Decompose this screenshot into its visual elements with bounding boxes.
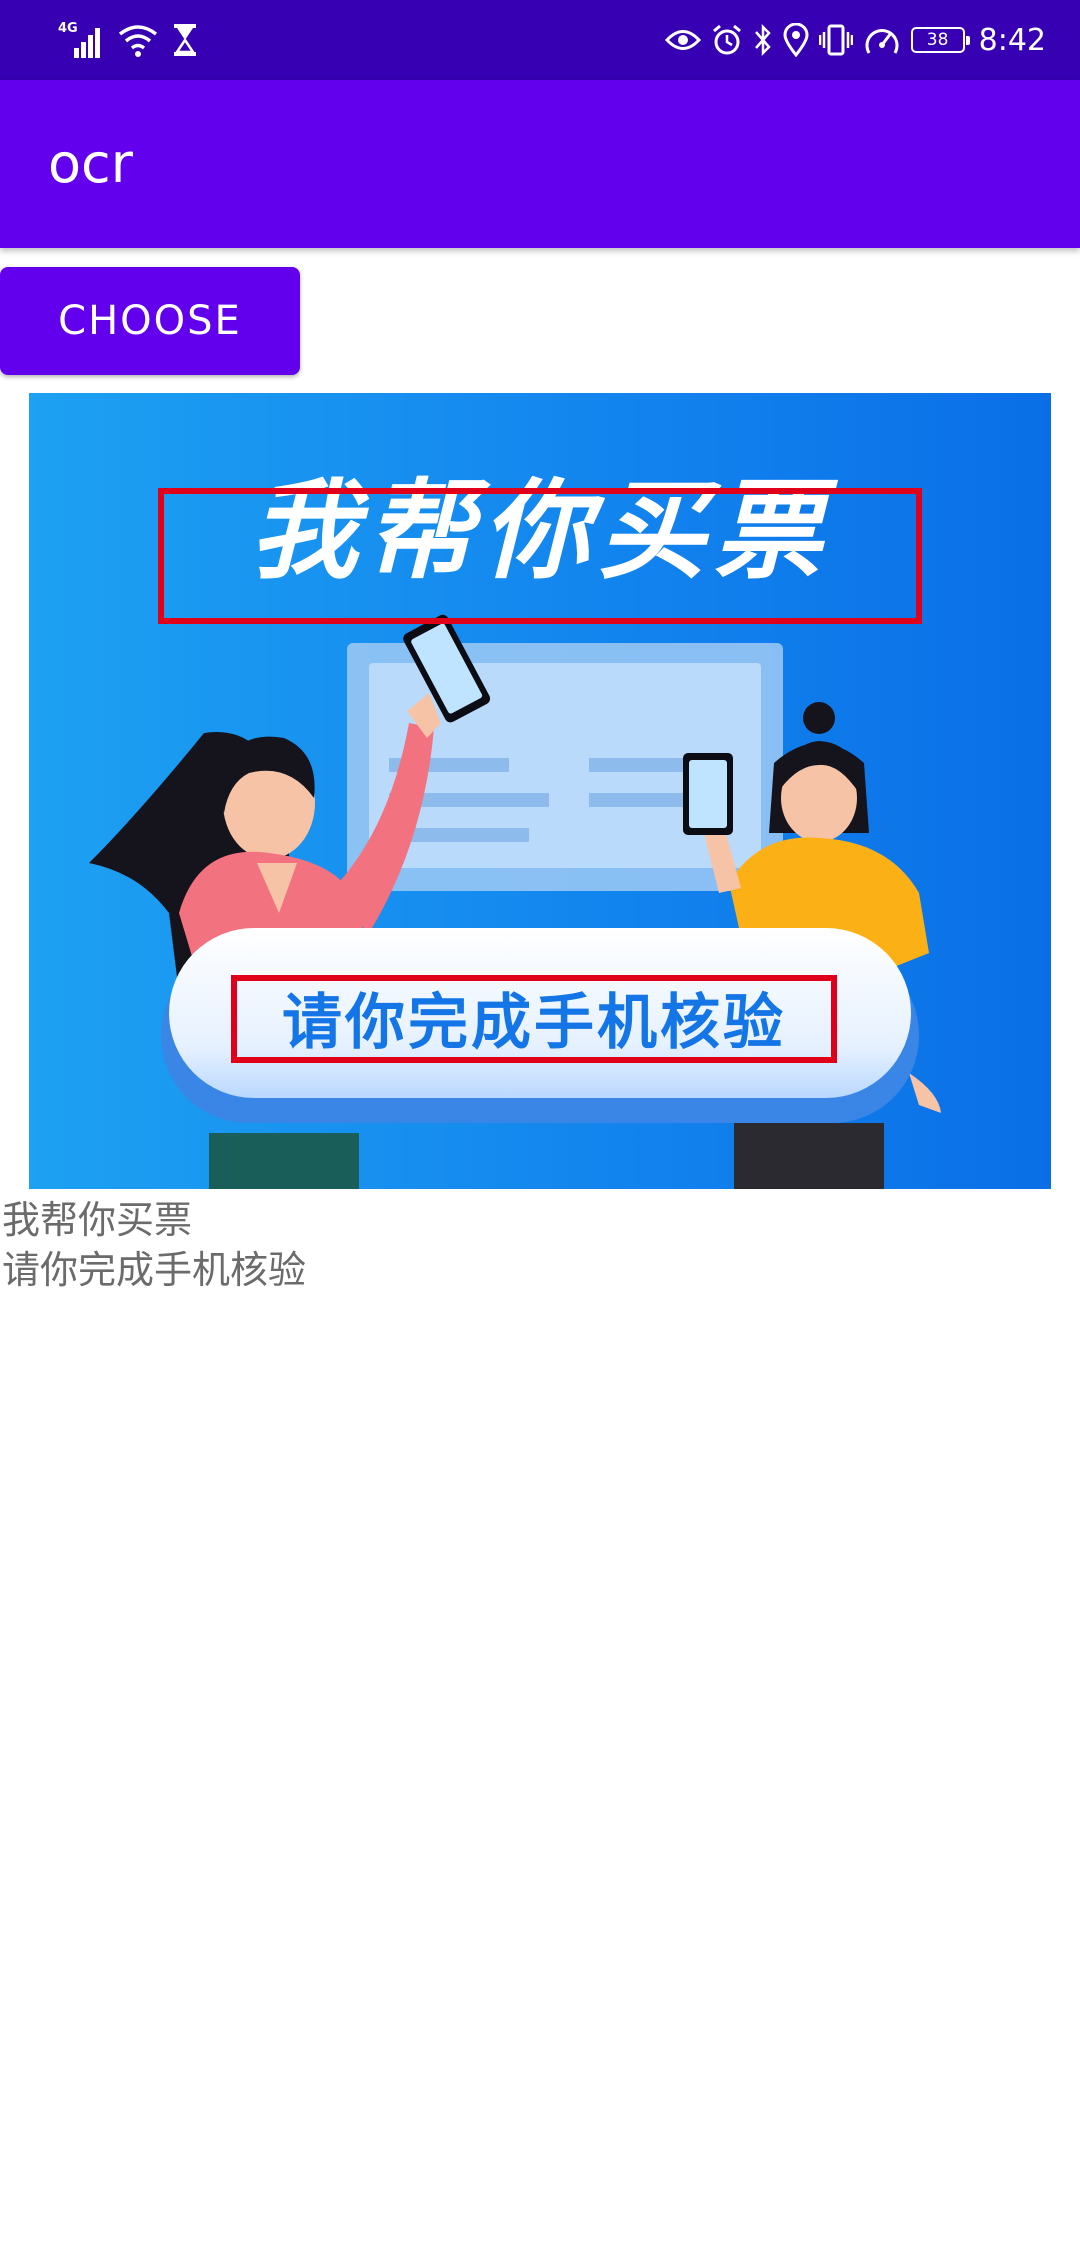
choose-button[interactable]: CHOOSE: [0, 267, 300, 375]
image-headline-text: 我帮你买票: [250, 469, 839, 594]
ocr-result-image: 我帮你买票 请你完成手机核验: [29, 393, 1051, 1189]
status-bar-right: 38 8:42: [664, 18, 1046, 62]
network-type-label: 4G: [58, 21, 78, 36]
ocr-result-line-1: 我帮你买票: [2, 1198, 193, 1242]
hourglass-icon: [174, 24, 196, 56]
vibrate-icon: [818, 24, 853, 56]
location-icon: [783, 23, 809, 57]
ocr-result-line-2: 请你完成手机核验: [2, 1248, 307, 1292]
image-pill-text: 请你完成手机核验: [282, 988, 786, 1058]
app-bar: ocr: [0, 80, 1080, 248]
battery-level: 38: [926, 30, 949, 50]
status-bar-left: 4G: [58, 18, 198, 62]
battery-icon: 38: [910, 27, 970, 53]
verify-pill: 请你完成手机核验: [161, 928, 919, 1123]
ocr-illustration: 我帮你买票 请你完成手机核验: [89, 469, 941, 1189]
app-title: ocr: [48, 132, 133, 195]
alarm-icon: [712, 24, 741, 55]
right-phone-illustration: [683, 753, 733, 835]
speedometer-icon: [865, 29, 899, 54]
ocr-result-text: 我帮你买票 请你完成手机核验: [2, 1195, 306, 1295]
bluetooth-icon: [754, 23, 771, 57]
cellular-signal-icon: 4G: [58, 21, 100, 58]
status-time: 8:42: [978, 22, 1046, 58]
wifi-icon: [118, 25, 158, 57]
eye-comfort-icon: [664, 30, 701, 50]
status-bar: 4G 38 8:42: [0, 0, 1080, 80]
